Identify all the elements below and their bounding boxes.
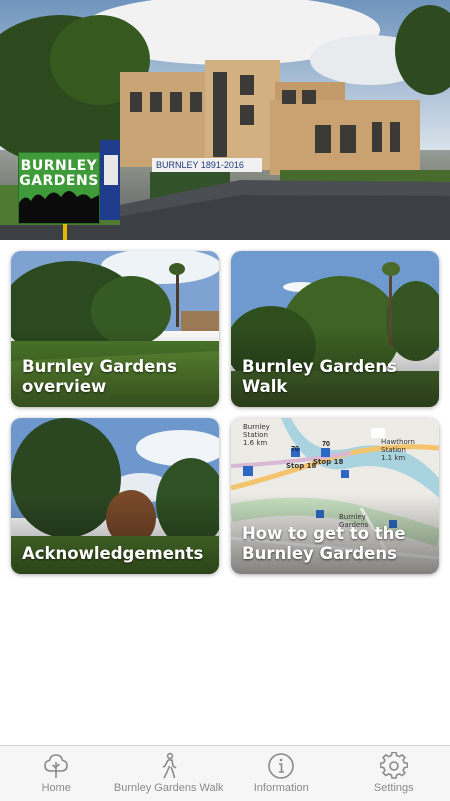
hero-image: BURNLEY GARDENS BURNLEY 1891-2016 <box>0 0 450 240</box>
tab-home-label: Home <box>0 782 113 794</box>
card-burnley-gardens-walk[interactable]: Burnley Gardens Walk <box>231 251 439 407</box>
card-acknowledgements[interactable]: Acknowledgements <box>11 418 219 574</box>
map-route-number: 70 <box>313 441 339 449</box>
card-title: Burnley Gardens overview <box>22 357 211 397</box>
tab-information-label: Information <box>225 782 338 794</box>
gear-icon <box>380 752 408 780</box>
map-route-number: 70 <box>282 446 308 454</box>
map-stop-label: Stop 18 <box>313 458 343 466</box>
card-title: How to get to the Burnley Gardens <box>242 524 431 564</box>
info-icon <box>267 752 295 780</box>
map-stop-label: Stop 18 <box>286 462 316 470</box>
map-label-hawthorn-station: Hawthorn Station 1.1 km <box>381 438 415 462</box>
walking-person-icon <box>155 752 183 780</box>
tab-information[interactable]: Information <box>225 746 338 801</box>
burnley-gardens-sign: BURNLEY GARDENS <box>18 152 100 224</box>
tab-settings[interactable]: Settings <box>338 746 450 801</box>
map-label-burnley-station: Burnley Station 1.6 km <box>243 423 270 447</box>
tab-home[interactable]: Home <box>0 746 113 801</box>
bottom-tab-bar: Home Burnley Gardens Walk Information <box>0 745 450 801</box>
tab-settings-label: Settings <box>338 782 450 794</box>
card-title: Burnley Gardens Walk <box>242 357 431 397</box>
card-how-to-get-there[interactable]: Burnley Station 1.6 km Hawthorn Station … <box>231 418 439 574</box>
tab-burnley-gardens-walk[interactable]: Burnley Gardens Walk <box>113 746 226 801</box>
card-burnley-gardens-overview[interactable]: Burnley Gardens overview <box>11 251 219 407</box>
centenary-banner: BURNLEY 1891-2016 <box>152 158 262 172</box>
tree-icon <box>42 752 70 780</box>
card-title: Acknowledgements <box>22 544 211 564</box>
tab-walk-label: Burnley Gardens Walk <box>113 782 226 794</box>
